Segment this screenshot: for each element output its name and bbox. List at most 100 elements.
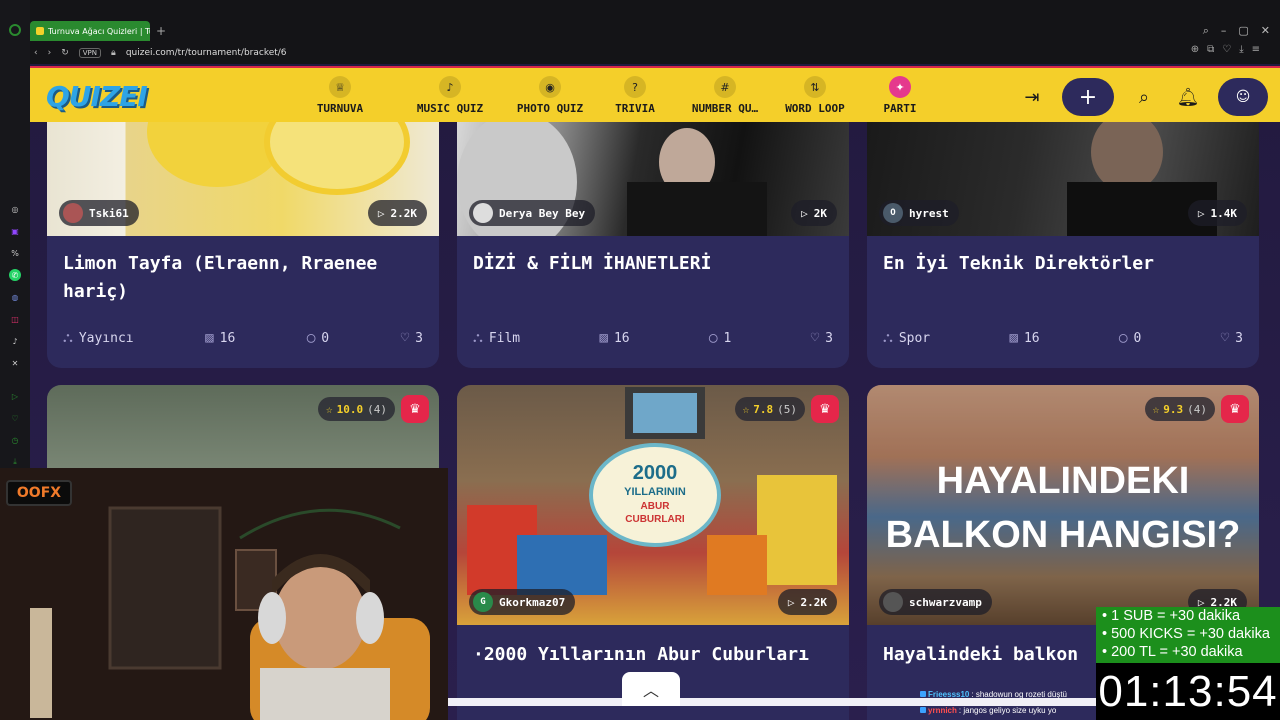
- reload-icon[interactable]: ↻: [61, 48, 69, 58]
- rating-count: (4): [1187, 402, 1207, 416]
- quiz-card[interactable]: O hyrest ▷ 1.4K En İyi Teknik Direktörle…: [867, 122, 1259, 368]
- crown-icon[interactable]: ♛: [811, 395, 839, 423]
- new-tab-button[interactable]: +: [156, 24, 166, 38]
- main-nav: ♕ TURNUVA ♪ MUSIC QUIZ ◉ PHOTO QUIZ ? TR…: [285, 76, 945, 115]
- heart-icon[interactable]: ♡: [1221, 330, 1229, 346]
- bell-icon[interactable]: 🔔︎: [1174, 83, 1202, 111]
- tiktok-icon[interactable]: ♪: [9, 335, 21, 347]
- heart-icon[interactable]: ♡: [401, 330, 409, 346]
- nav-label: WORD LOOP: [785, 102, 845, 115]
- quiz-thumbnail[interactable]: HAYALINDEKI BALKON HANGISI? ☆ 9.3 (4) ♛ …: [867, 385, 1259, 625]
- scroll-top-button[interactable]: ︿: [622, 672, 680, 706]
- thumb-text-abur: ABUR: [641, 501, 671, 512]
- forward-icon[interactable]: ›: [48, 48, 52, 58]
- favicon-icon: [36, 27, 44, 35]
- quiz-title[interactable]: En İyi Teknik Direktörler: [883, 250, 1249, 278]
- nav-item-photo-quiz[interactable]: ◉ PHOTO QUIZ: [505, 76, 595, 115]
- whatsapp-icon[interactable]: ✆: [9, 269, 21, 281]
- comment-count: 0: [1133, 330, 1142, 346]
- rating-count: (4): [367, 402, 387, 416]
- create-quiz-button[interactable]: +: [1062, 78, 1114, 116]
- x-icon[interactable]: ✕: [9, 357, 21, 369]
- author-chip[interactable]: schwarzvamp: [879, 589, 992, 615]
- quiz-card[interactable]: Derya Bey Bey ▷ 2K DİZİ & FİLM İHANETLER…: [457, 122, 849, 368]
- browser-chrome: Turnuva Ağacı Quizleri | Tu + ⌕ – ▢ ✕ ‹ …: [0, 0, 1280, 64]
- maximize-icon[interactable]: ▢: [1238, 24, 1248, 38]
- site-header: QUIZEI ♕ TURNUVA ♪ MUSIC QUIZ ◉ PHOTO QU…: [30, 66, 1280, 122]
- search-tabs-icon[interactable]: ⌕: [1203, 24, 1209, 38]
- address-bar[interactable]: ‹ › ↻ VPN 🔒︎ quizei.com/tr/tournament/br…: [30, 44, 1280, 62]
- zoom-icon[interactable]: ⊕: [1191, 44, 1199, 55]
- author-chip[interactable]: O hyrest: [879, 200, 959, 226]
- quiz-card[interactable]: Tski61 ▷ 2.2K Limon Tayfa (Elraenn, Rrae…: [47, 122, 439, 368]
- avatar: [883, 592, 903, 612]
- nav-item-parti[interactable]: ✦ PARTI: [855, 76, 945, 115]
- chat-text: : jangos geliyo size uyku yo: [958, 705, 1057, 715]
- thumb-line-1: HAYALINDEKI: [937, 460, 1190, 502]
- heart-icon[interactable]: ♡: [9, 412, 21, 424]
- twitch-icon[interactable]: ▣: [9, 225, 21, 237]
- crown-icon[interactable]: ♛: [401, 395, 429, 423]
- close-icon[interactable]: ✕: [1261, 24, 1270, 38]
- avatar: O: [883, 203, 903, 223]
- quiz-title[interactable]: DİZİ & FİLM İHANETLERİ: [473, 250, 839, 278]
- chat-message: yrnnich : jangos geliyo size uyku yo: [920, 702, 1096, 718]
- rule-line: • 200 TL = +30 dakika: [1102, 644, 1243, 660]
- quiz-thumbnail[interactable]: O hyrest ▷ 1.4K: [867, 122, 1259, 236]
- chat-badge-icon: [920, 691, 926, 697]
- percent-icon[interactable]: %: [9, 247, 21, 259]
- nav-item-turnuva[interactable]: ♕ TURNUVA: [285, 76, 395, 115]
- items-count: 16: [613, 330, 630, 346]
- user-menu-button[interactable]: ☺: [1218, 78, 1268, 116]
- download-icon[interactable]: ⤓: [1239, 44, 1243, 55]
- nav-item-word-loop[interactable]: ⇅ WORD LOOP: [775, 76, 855, 115]
- chat-badge-icon: [920, 707, 926, 713]
- screen: Turnuva Ağacı Quizleri | Tu + ⌕ – ▢ ✕ ‹ …: [0, 0, 1280, 720]
- quiz-thumbnail[interactable]: 2000 YILLARININ ABUR CUBURLARI ☆ 7.8 (5)…: [457, 385, 849, 625]
- address-bar-actions: ⊕ ⧉ ♡ ⤓ ≡: [1191, 44, 1260, 55]
- menu-icon[interactable]: ≡: [1252, 44, 1260, 55]
- play-count: ▷ 2.2K: [367, 200, 427, 226]
- minimize-icon[interactable]: –: [1221, 24, 1227, 38]
- crown-icon[interactable]: ♛: [1221, 395, 1249, 423]
- party-icon: ✦: [889, 76, 911, 98]
- quiz-thumbnail[interactable]: Derya Bey Bey ▷ 2K: [457, 122, 849, 236]
- vpn-badge[interactable]: VPN: [78, 48, 102, 58]
- author-chip[interactable]: G Gkorkmaz07: [469, 589, 576, 615]
- tab-title: Turnuva Ağacı Quizleri | Tu: [48, 26, 150, 36]
- login-icon[interactable]: ⇥: [1018, 83, 1046, 111]
- player-icon[interactable]: ▷: [9, 390, 21, 402]
- downloads-icon[interactable]: ⤓: [9, 456, 21, 468]
- bookmark-icon[interactable]: ♡: [1222, 44, 1231, 55]
- site-logo[interactable]: QUIZEI: [46, 80, 148, 113]
- url-text[interactable]: quizei.com/tr/tournament/bracket/6: [126, 48, 287, 58]
- nav-label: TURNUVA: [316, 102, 364, 115]
- history-icon[interactable]: ◷: [9, 434, 21, 446]
- comment-icon: ◯: [709, 330, 718, 346]
- play-icon: ▷: [801, 206, 808, 220]
- quiz-title[interactable]: ·2000 Yıllarının Abur Cuburları: [473, 641, 839, 669]
- comment-count: 1: [723, 330, 732, 346]
- quiz-thumbnail[interactable]: Tski61 ▷ 2.2K: [47, 122, 439, 236]
- nav-item-trivia[interactable]: ? TRIVIA: [595, 76, 675, 115]
- author-chip[interactable]: Derya Bey Bey: [469, 200, 596, 226]
- nav-item-music-quiz[interactable]: ♪ MUSIC QUIZ: [395, 76, 505, 115]
- author-chip[interactable]: Tski61: [59, 200, 139, 226]
- nav-item-number-quiz[interactable]: # NUMBER QU…: [675, 76, 775, 115]
- instagram-icon[interactable]: ◫: [9, 313, 21, 325]
- quiz-title[interactable]: Limon Tayfa (Elraenn, Rraenee hariç): [63, 250, 429, 306]
- back-icon[interactable]: ‹: [34, 48, 38, 58]
- tab-active[interactable]: Turnuva Ağacı Quizleri | Tu: [30, 21, 150, 41]
- quiz-card[interactable]: 2000 YILLARININ ABUR CUBURLARI ☆ 7.8 (5)…: [457, 385, 849, 720]
- author-name: Tski61: [89, 206, 129, 220]
- extensions-icon[interactable]: ⧉: [1207, 44, 1214, 55]
- search-icon[interactable]: ⌕: [1130, 83, 1158, 111]
- discord-icon[interactable]: ◍: [9, 291, 21, 303]
- opera-logo-icon[interactable]: [9, 24, 21, 36]
- heart-icon[interactable]: ♡: [811, 330, 819, 346]
- category-icon: ⛬: [63, 330, 73, 346]
- star-icon: ☆: [326, 402, 333, 416]
- rating-value: 9.3: [1163, 402, 1184, 416]
- aria-icon[interactable]: ◎: [9, 203, 21, 215]
- chat-overlay: Frieesss10 : shadowun og rozeti düştü yr…: [920, 686, 1096, 720]
